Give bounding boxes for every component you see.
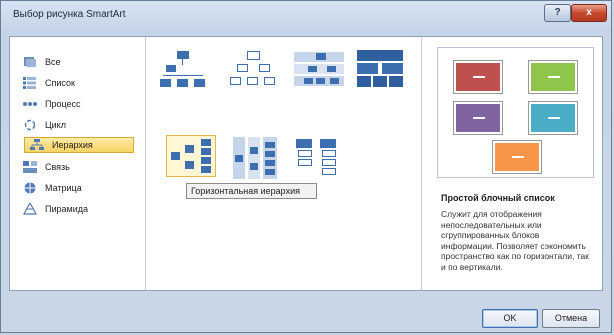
category-list: Все Список Процесс Цикл Иерархия Связь М… — [10, 37, 146, 290]
category-pyramid[interactable]: Пирамида — [18, 201, 143, 217]
category-label: Матрица — [45, 183, 82, 193]
category-label: Иерархия — [52, 140, 93, 150]
smartart-dialog: Выбор рисунка SmartArt ? x Все Список Пр… — [0, 0, 612, 333]
category-list-item[interactable]: Список — [18, 75, 143, 91]
layout-tooltip: Горизонтальная иерархия — [186, 183, 317, 199]
category-label: Связь — [45, 162, 70, 172]
preview-pane: Простой блочный список Служит для отобра… — [422, 37, 603, 290]
title-bar: Выбор рисунка SmartArt ? x — [1, 1, 611, 31]
matrix-icon — [23, 182, 37, 194]
category-matrix[interactable]: Матрица — [18, 180, 143, 196]
help-button[interactable]: ? — [544, 4, 571, 22]
preview-description: Служит для отображения непоследовательны… — [441, 209, 589, 272]
layout-gallery — [146, 37, 422, 290]
dialog-content: Все Список Процесс Цикл Иерархия Связь М… — [9, 36, 603, 291]
hierarchy-outline-thumbnail[interactable] — [228, 49, 278, 91]
cancel-button[interactable]: Отмена — [542, 309, 600, 328]
category-process[interactable]: Процесс — [18, 96, 143, 112]
preview-block — [492, 140, 542, 174]
category-label: Список — [45, 78, 75, 88]
category-hierarchy[interactable]: Иерархия — [24, 137, 134, 153]
category-label: Цикл — [45, 120, 66, 130]
preview-block — [453, 101, 503, 135]
category-label: Все — [45, 57, 61, 67]
category-cycle[interactable]: Цикл — [18, 117, 143, 133]
preview-block — [453, 60, 503, 94]
layout-preview-image — [437, 47, 594, 178]
table-hierarchy-thumbnail[interactable] — [355, 49, 405, 91]
ok-button[interactable]: OK — [482, 309, 538, 328]
category-relationship[interactable]: Связь — [18, 159, 143, 175]
dialog-footer: OK Отмена — [9, 293, 603, 328]
list-icon — [23, 77, 37, 89]
dialog-title: Выбор рисунка SmartArt — [13, 9, 126, 20]
hierarchy-list-thumbnail[interactable] — [292, 137, 342, 179]
close-button[interactable]: x — [571, 4, 607, 22]
category-label: Пирамида — [45, 204, 88, 214]
horizontal-labeled-hierarchy-thumbnail[interactable] — [232, 137, 282, 179]
preview-title: Простой блочный список — [441, 193, 555, 203]
org-chart-thumbnail[interactable] — [158, 49, 208, 91]
preview-block — [528, 101, 578, 135]
horizontal-hierarchy-thumbnail[interactable] — [166, 135, 216, 177]
process-icon — [23, 98, 37, 110]
category-label: Процесс — [45, 99, 81, 109]
relationship-icon — [23, 161, 37, 173]
all-icon — [23, 56, 37, 68]
preview-block — [528, 60, 578, 94]
category-all[interactable]: Все — [18, 54, 143, 70]
pyramid-icon — [22, 201, 38, 215]
hierarchy-icon — [30, 139, 44, 151]
labeled-hierarchy-thumbnail[interactable] — [294, 49, 344, 91]
cycle-icon — [23, 119, 37, 131]
